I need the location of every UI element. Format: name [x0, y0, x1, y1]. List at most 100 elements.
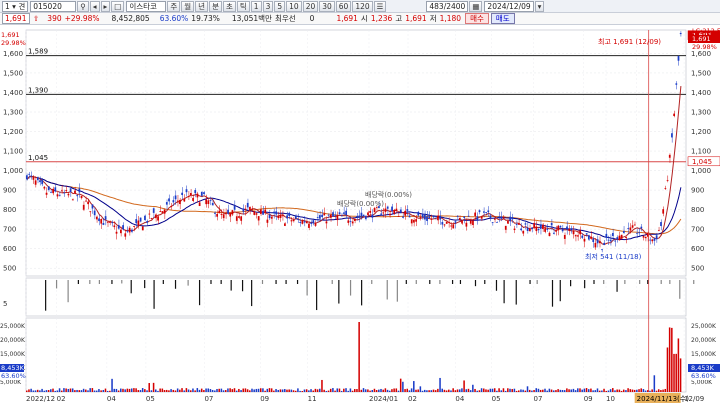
volume-bar: [522, 389, 524, 392]
candle-body: [367, 212, 369, 216]
quote-bar: 1,691 ⇧ 390 +29.98% 8,452,805 63.60% 19.…: [0, 13, 720, 25]
candle-body: [443, 224, 446, 226]
volume-bar: [150, 390, 153, 392]
volume-bar: [168, 390, 170, 392]
volume-bar: [531, 390, 533, 392]
minute-1-button[interactable]: 1: [250, 0, 262, 12]
candle-body: [246, 202, 249, 208]
list-icon[interactable]: ☰: [373, 0, 387, 12]
volume-bar: [579, 388, 581, 392]
sub-bar: [405, 280, 407, 284]
sub-bar: [210, 280, 212, 284]
minute-20-button[interactable]: 20: [302, 0, 319, 12]
candle-body: [472, 220, 474, 226]
volume-bar: [450, 390, 452, 392]
volume-bar: [78, 390, 81, 392]
minute-120-button[interactable]: 120: [352, 0, 373, 12]
candle-body: [303, 221, 306, 223]
period-second-button[interactable]: 초: [222, 0, 236, 12]
minute-5-button[interactable]: 5: [274, 0, 286, 12]
volume-bar: [413, 381, 415, 392]
candle-body: [273, 211, 275, 214]
volume-bar: [434, 390, 437, 392]
volume-bar: [594, 390, 597, 392]
candle-body: [209, 200, 212, 201]
sell-button[interactable]: 매도: [490, 13, 515, 24]
volume-bar: [183, 390, 185, 392]
candle-body: [555, 230, 557, 232]
search-icon[interactable]: ⚲: [77, 0, 89, 12]
y-tick-left-1: 1,500: [3, 69, 23, 77]
minute-10-button[interactable]: 10: [286, 0, 302, 12]
volume-bar: [117, 390, 120, 392]
minute-30-button[interactable]: 30: [319, 0, 335, 12]
volume-bar: [93, 390, 96, 392]
candle-body: [104, 216, 107, 220]
candle-body: [233, 206, 236, 210]
candle-body: [413, 219, 415, 223]
volume-bar: [194, 390, 196, 392]
date-picker-icon[interactable]: ▾: [534, 0, 545, 12]
candle-body: [511, 217, 514, 220]
candle-body: [618, 235, 621, 241]
volume-bar: [590, 388, 592, 392]
stock-chart[interactable]: 1,600 1,600 1,500 1,500 1,400 1,400 1,300 1,300…: [0, 25, 720, 404]
candle-body: [655, 235, 658, 240]
period-minute-button[interactable]: 분: [209, 0, 222, 12]
period-tick-button[interactable]: 틱: [236, 0, 250, 12]
volume-bar: [277, 389, 279, 392]
candle-body: [235, 216, 238, 221]
reference-lines[interactable]: [26, 55, 686, 163]
trade-amount: 13,051백만: [231, 14, 272, 23]
volume-bar: [279, 389, 282, 392]
period-week-button[interactable]: 주: [167, 0, 181, 12]
mode-select[interactable]: 1 ▾ 견: [2, 0, 29, 12]
candle-body: [192, 197, 194, 201]
candle-body: [522, 230, 525, 234]
candle-body: [640, 226, 643, 229]
volume-bar: [74, 390, 76, 392]
volume-bar: [80, 390, 83, 392]
volume-bar: [386, 389, 389, 392]
sub-bar: [67, 280, 69, 303]
lock-icon[interactable]: □: [111, 0, 125, 12]
volume-bar: [192, 388, 194, 392]
volume-bar: [91, 388, 94, 392]
candle-body: [28, 173, 30, 175]
candle-body: [360, 212, 363, 216]
next-icon[interactable]: ▸: [100, 0, 111, 12]
stock-code-input[interactable]: 015020: [30, 0, 77, 12]
period-month-button[interactable]: 월: [181, 0, 195, 12]
candle-body: [458, 217, 461, 221]
y-tick-right-11: 500: [691, 265, 704, 273]
candle-body: [227, 209, 229, 214]
calendar-icon[interactable]: ▦: [469, 0, 483, 12]
sub-bar: [241, 280, 244, 292]
volume-bar: [662, 389, 664, 392]
period-year-button[interactable]: 년: [195, 0, 209, 12]
candle-body: [312, 220, 315, 224]
date-input[interactable]: 2024/12/09: [484, 0, 534, 12]
priority-value: 0: [309, 14, 315, 23]
x-tick-1: 02: [57, 395, 66, 403]
volume-bar: [469, 390, 472, 392]
sub-bar: [275, 280, 277, 284]
candle-body: [190, 193, 192, 196]
buy-button[interactable]: 매수: [465, 13, 489, 24]
candle-body: [71, 199, 74, 201]
prev-icon[interactable]: ◂: [89, 0, 100, 12]
volume-bar: [625, 390, 627, 392]
volume-bar: [485, 389, 487, 392]
candle-body: [113, 225, 116, 228]
candle-body: [106, 221, 109, 223]
minute-3-button[interactable]: 3: [262, 0, 274, 12]
minute-60-button[interactable]: 60: [335, 0, 352, 12]
volume-bar: [439, 377, 441, 392]
candle-body: [480, 216, 483, 219]
volume-bar: [198, 389, 201, 392]
volume-bar: [332, 388, 334, 392]
volume-bar: [566, 388, 568, 392]
top-right-tag-2: 29.98%: [692, 43, 717, 51]
x-tick-8: 02: [408, 395, 417, 403]
volume-bar: [561, 389, 564, 392]
